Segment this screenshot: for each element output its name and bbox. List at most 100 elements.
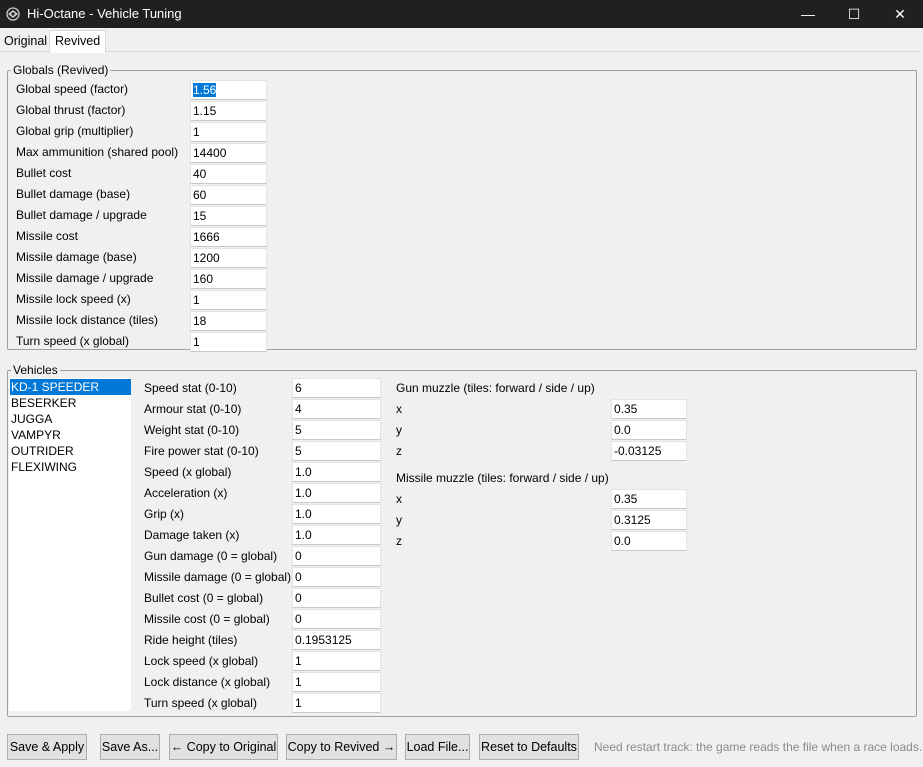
- missile-muzzle-input[interactable]: [611, 531, 687, 551]
- globals-input[interactable]: [190, 311, 267, 331]
- globals-input[interactable]: [190, 143, 267, 163]
- gun-muzzle-axis-label: y: [396, 423, 402, 437]
- gun-muzzle-title: Gun muzzle (tiles: forward / side / up): [396, 381, 595, 395]
- minimize-button[interactable]: —: [785, 0, 831, 28]
- reset-defaults-button[interactable]: Reset to Defaults: [479, 734, 579, 760]
- missile-muzzle-axis-label: z: [396, 534, 402, 548]
- vehicle-stat-label: Fire power stat (0-10): [144, 444, 259, 458]
- globals-label: Bullet damage / upgrade: [16, 208, 147, 222]
- globals-label: Global grip (multiplier): [16, 124, 134, 138]
- window-title: Hi-Octane - Vehicle Tuning: [27, 6, 182, 21]
- save-apply-button[interactable]: Save & Apply: [7, 734, 87, 760]
- vehicle-list-item[interactable]: FLEXIWING: [10, 459, 131, 475]
- copy-to-original-button[interactable]: ← Copy to Original: [169, 734, 278, 760]
- vehicle-stat-label: Lock speed (x global): [144, 654, 259, 668]
- vehicle-stat-label: Speed (x global): [144, 465, 232, 479]
- close-button[interactable]: ✕: [877, 0, 923, 28]
- vehicle-list-item[interactable]: BESERKER: [10, 395, 131, 411]
- maximize-button[interactable]: ☐: [831, 0, 877, 28]
- vehicle-stat-label: Ride height (tiles): [144, 633, 238, 647]
- vehicle-stat-input[interactable]: [292, 630, 381, 650]
- globals-input[interactable]: [190, 332, 267, 352]
- globals-input[interactable]: [190, 185, 267, 205]
- globals-input[interactable]: [190, 269, 267, 289]
- vehicle-stat-input[interactable]: [292, 504, 381, 524]
- missile-muzzle-input[interactable]: [611, 489, 687, 509]
- globals-input[interactable]: [190, 80, 267, 100]
- minimize-icon: —: [801, 6, 815, 22]
- missile-muzzle-title: Missile muzzle (tiles: forward / side / …: [396, 471, 609, 485]
- title-bar[interactable]: Hi-Octane - Vehicle Tuning — ☐ ✕: [0, 0, 923, 28]
- globals-input[interactable]: [190, 227, 267, 247]
- vehicle-stat-label: Armour stat (0-10): [144, 402, 242, 416]
- vehicle-stat-label: Weight stat (0-10): [144, 423, 240, 437]
- globals-label: Max ammunition (shared pool): [16, 145, 179, 159]
- vehicles-legend: Vehicles: [13, 363, 58, 377]
- globals-label: Bullet damage (base): [16, 187, 131, 201]
- vehicle-stat-input[interactable]: [292, 483, 381, 503]
- vehicle-stat-input[interactable]: [292, 672, 381, 692]
- close-icon: ✕: [894, 5, 906, 22]
- vehicle-stat-input[interactable]: [292, 525, 381, 545]
- status-message: Need restart track: the game reads the f…: [594, 740, 923, 754]
- globals-input[interactable]: [190, 290, 267, 310]
- vehicle-list[interactable]: KD-1 SPEEDER BESERKER JUGGA VAMPYR OUTRIDER F…: [9, 378, 131, 711]
- vehicle-stat-input[interactable]: [292, 378, 381, 398]
- globals-label: Global speed (factor): [16, 82, 129, 96]
- vehicle-stat-input[interactable]: [292, 567, 381, 587]
- gun-muzzle-axis-label: x: [396, 402, 402, 416]
- missile-muzzle-input[interactable]: [611, 510, 687, 530]
- globals-label: Missile cost: [16, 229, 79, 243]
- globals-label: Global thrust (factor): [16, 103, 126, 117]
- globals-label: Missile lock distance (tiles): [16, 313, 159, 327]
- globals-label: Missile damage (base): [16, 250, 137, 264]
- save-as-button[interactable]: Save As...: [100, 734, 160, 760]
- vehicle-stat-label: Missile damage (0 = global): [144, 570, 292, 584]
- tab-revived[interactable]: Revived: [49, 30, 107, 53]
- vehicle-list-item[interactable]: KD-1 SPEEDER: [10, 379, 131, 395]
- tab-original[interactable]: Original: [0, 31, 51, 51]
- globals-input[interactable]: [190, 101, 267, 121]
- copy-to-revived-button[interactable]: Copy to Revived →: [286, 734, 397, 760]
- gun-muzzle-input[interactable]: [611, 441, 687, 461]
- missile-muzzle-axis-label: x: [396, 492, 402, 506]
- vehicle-stat-label: Damage taken (x): [144, 528, 240, 542]
- globals-input[interactable]: [190, 164, 267, 184]
- globals-input[interactable]: [190, 206, 267, 226]
- maximize-icon: ☐: [847, 5, 861, 22]
- gun-muzzle-input[interactable]: [611, 420, 687, 440]
- globals-label: Missile lock speed (x): [16, 292, 131, 306]
- globals-input[interactable]: [190, 122, 267, 142]
- load-file-button[interactable]: Load File...: [405, 734, 470, 760]
- app-logo-icon: [6, 7, 20, 21]
- globals-group: Globals (Revived): [7, 63, 917, 350]
- vehicle-stat-input[interactable]: [292, 693, 381, 713]
- vehicle-stat-input[interactable]: [292, 420, 381, 440]
- vehicle-stat-input[interactable]: [292, 462, 381, 482]
- vehicle-stat-label: Grip (x): [144, 507, 184, 521]
- globals-label: Bullet cost: [16, 166, 72, 180]
- vehicle-stat-input[interactable]: [292, 588, 381, 608]
- vehicle-stat-input[interactable]: [292, 546, 381, 566]
- vehicle-list-item[interactable]: OUTRIDER: [10, 443, 131, 459]
- vehicle-stat-label: Lock distance (x global): [144, 675, 271, 689]
- vehicle-stat-input[interactable]: [292, 441, 381, 461]
- missile-muzzle-axis-label: y: [396, 513, 402, 527]
- globals-legend: Globals (Revived): [13, 63, 109, 77]
- vehicle-stat-label: Bullet cost (0 = global): [144, 591, 264, 605]
- vehicle-stat-label: Turn speed (x global): [144, 696, 257, 710]
- vehicle-list-item[interactable]: JUGGA: [10, 411, 131, 427]
- globals-input[interactable]: [190, 248, 267, 268]
- vehicle-list-item[interactable]: VAMPYR: [10, 427, 131, 443]
- vehicle-stat-input[interactable]: [292, 399, 381, 419]
- vehicle-stat-input[interactable]: [292, 609, 381, 629]
- vehicle-stat-input[interactable]: [292, 651, 381, 671]
- globals-label: Turn speed (x global): [16, 334, 129, 348]
- gun-muzzle-input[interactable]: [611, 399, 687, 419]
- vehicle-stat-label: Gun damage (0 = global): [144, 549, 278, 563]
- gun-muzzle-axis-label: z: [396, 444, 402, 458]
- vehicle-stat-label: Acceleration (x): [144, 486, 228, 500]
- vehicle-stat-label: Missile cost (0 = global): [144, 612, 270, 626]
- vehicle-stat-label: Speed stat (0-10): [144, 381, 237, 395]
- globals-label: Missile damage / upgrade: [16, 271, 154, 285]
